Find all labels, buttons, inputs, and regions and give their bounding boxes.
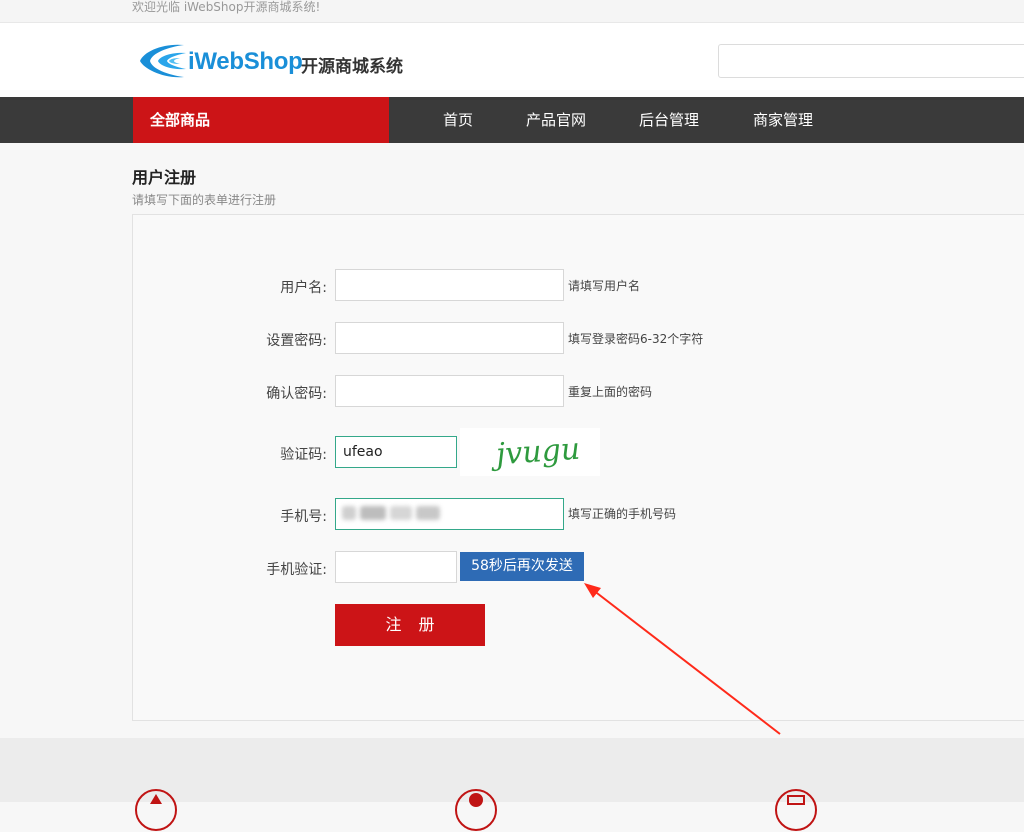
logo-text-en: iWebShop <box>188 48 303 75</box>
welcome-text: 欢迎光临 iWebShop开源商城系统! <box>132 0 321 14</box>
phone-label: 手机号: <box>280 509 327 525</box>
captcha-image-text: jvugu <box>489 432 581 473</box>
username-input[interactable] <box>335 269 564 301</box>
sms-code-input[interactable] <box>335 551 457 583</box>
main-nav: 全部商品 首页 产品官网 后台管理 商家管理 <box>0 97 1024 143</box>
captcha-label: 验证码: <box>280 447 327 463</box>
confirm-password-label: 确认密码: <box>266 386 327 402</box>
nav-item-seller[interactable]: 商家管理 <box>753 97 813 143</box>
nav-item-admin[interactable]: 后台管理 <box>639 97 699 143</box>
password-label: 设置密码: <box>266 333 327 349</box>
search-input[interactable] <box>718 44 1024 78</box>
page-subtitle: 请填写下面的表单进行注册 <box>132 193 277 207</box>
logo-text-cn: 开源商城系统 <box>301 57 403 77</box>
site-logo[interactable]: iWebShop 开源商城系统 <box>134 39 424 83</box>
phone-hint: 填写正确的手机号码 <box>568 507 677 521</box>
footer-service-icon <box>455 789 497 831</box>
page-title: 用户注册 <box>132 168 197 187</box>
captcha-image[interactable]: jvugu <box>460 428 600 476</box>
phone-redacted-blur <box>342 504 442 522</box>
password-input[interactable] <box>335 322 564 354</box>
resend-sms-button[interactable]: 58秒后再次发送 <box>460 552 584 581</box>
username-hint: 请填写用户名 <box>568 279 641 293</box>
footer <box>0 738 1024 831</box>
top-bar: 欢迎光临 iWebShop开源商城系统! <box>0 0 1024 23</box>
confirm-password-input[interactable] <box>335 375 564 407</box>
username-label: 用户名: <box>280 280 327 296</box>
captcha-input[interactable] <box>335 436 457 468</box>
logo-swoosh-icon <box>140 44 186 78</box>
header: iWebShop 开源商城系统 <box>0 23 1024 97</box>
confirm-password-hint: 重复上面的密码 <box>568 385 653 399</box>
nav-item-home[interactable]: 首页 <box>443 97 473 143</box>
nav-item-official-site[interactable]: 产品官网 <box>526 97 586 143</box>
password-hint: 填写登录密码6-32个字符 <box>568 332 704 346</box>
footer-delivery-icon <box>775 789 817 831</box>
register-submit-button[interactable]: 注 册 <box>335 604 485 646</box>
footer-guarantee-icon <box>135 789 177 831</box>
sms-code-label: 手机验证: <box>266 562 327 578</box>
all-products-button[interactable]: 全部商品 <box>133 97 389 143</box>
